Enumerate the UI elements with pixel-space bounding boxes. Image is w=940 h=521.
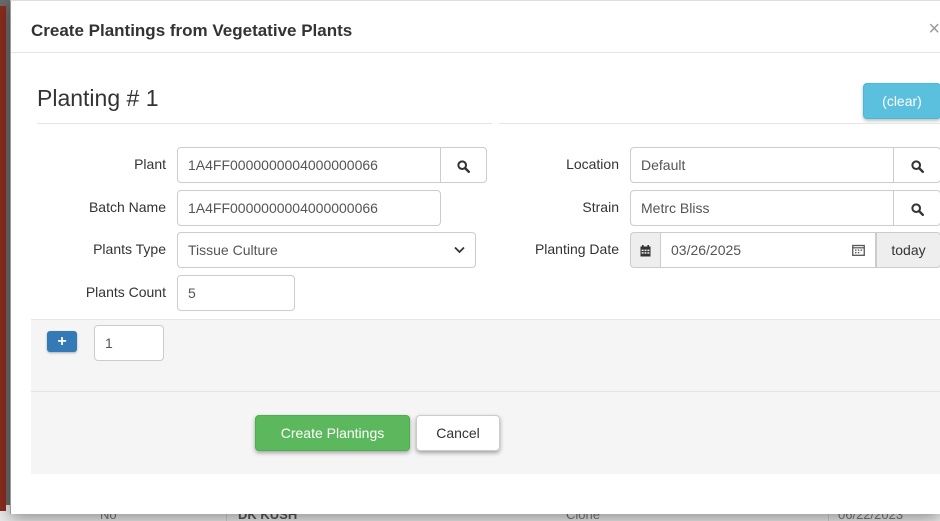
dialog-title: Create Plantings from Vegetative Plants: [31, 21, 353, 40]
location-search-button[interactable]: [893, 147, 940, 183]
search-icon: [457, 160, 470, 173]
divider: [37, 123, 492, 124]
planting-form: Planting # 1 (clear) Plant 1A4FF00000000…: [31, 69, 940, 365]
strain-input[interactable]: Metrc Bliss: [630, 190, 894, 226]
location-input[interactable]: Default: [630, 147, 894, 183]
divider: [31, 391, 940, 392]
batch-name-input[interactable]: 1A4FF0000000004000000066: [177, 190, 441, 226]
location-label: Location: [566, 156, 619, 172]
plants-count-input[interactable]: 5: [177, 275, 295, 311]
plant-input[interactable]: 1A4FF0000000004000000066: [177, 147, 441, 183]
clear-button[interactable]: (clear): [863, 83, 940, 119]
cancel-button[interactable]: Cancel: [416, 415, 500, 451]
plant-label: Plant: [134, 156, 166, 172]
plants-count-label: Plants Count: [85, 284, 166, 300]
chevron-down-icon: [454, 246, 465, 254]
search-icon: [910, 160, 924, 173]
search-icon: [910, 203, 924, 216]
plants-type-label: Plants Type: [93, 241, 166, 257]
add-count-input[interactable]: 1: [94, 325, 164, 361]
planting-date-label: Planting Date: [534, 241, 619, 257]
today-button[interactable]: today: [876, 232, 940, 268]
dialog-header: Create Plantings from Vegetative Plants …: [11, 1, 940, 53]
strain-search-button[interactable]: [893, 190, 940, 226]
calendar-icon: [630, 232, 660, 268]
add-planting-button[interactable]: +: [47, 331, 77, 352]
batch-name-label: Batch Name: [88, 199, 166, 215]
create-plantings-button[interactable]: Create Plantings: [255, 415, 410, 451]
plants-type-value: Tissue Culture: [188, 242, 278, 258]
planting-date-input[interactable]: 03/26/2025: [660, 232, 876, 268]
plants-type-select[interactable]: Tissue Culture: [177, 232, 476, 268]
close-icon[interactable]: ×: [928, 19, 940, 39]
background-accent: [0, 6, 6, 511]
add-row-strip: [31, 319, 940, 365]
plant-search-button[interactable]: [440, 147, 487, 183]
date-picker-icon[interactable]: [852, 244, 865, 256]
planting-title: Planting # 1: [37, 85, 159, 111]
create-plantings-dialog: Create Plantings from Vegetative Plants …: [10, 0, 940, 514]
strain-label: Strain: [582, 199, 619, 215]
planting-panel: Planting # 1 (clear) Plant 1A4FF00000000…: [31, 69, 940, 474]
planting-date-value: 03/26/2025: [671, 242, 742, 258]
divider: [499, 123, 940, 124]
